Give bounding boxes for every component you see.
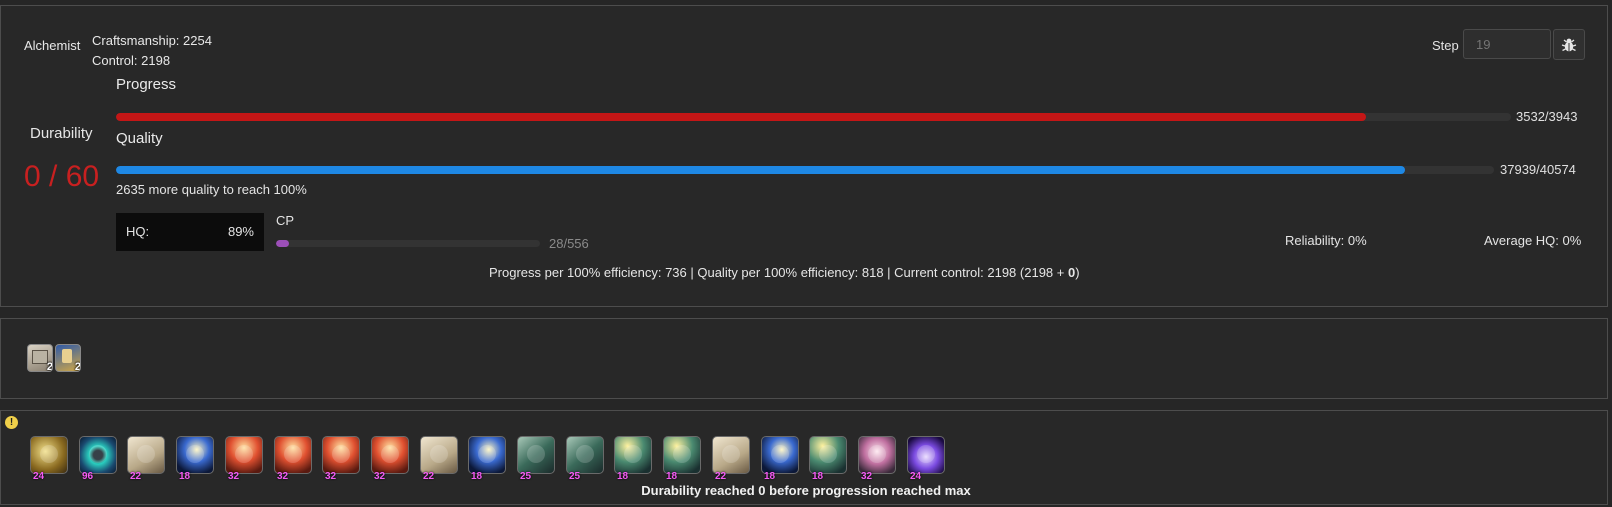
progress-value: 3532/3943 (1516, 109, 1578, 124)
action-cp-cost: 32 (325, 471, 337, 482)
buffs-panel (0, 318, 1608, 399)
progress-label: Progress (116, 76, 177, 93)
action-cp-cost: 24 (910, 471, 922, 482)
cp-label: CP (276, 213, 295, 228)
action-slot[interactable] (79, 436, 117, 474)
great-strides-icon (868, 445, 886, 463)
action-cp-cost: 32 (374, 471, 386, 482)
action-slot[interactable] (225, 436, 263, 474)
step-input[interactable] (1463, 29, 1551, 59)
simulation-panel (0, 5, 1608, 307)
action-slot[interactable] (371, 436, 409, 474)
progress-bar (116, 113, 1511, 121)
efficiency-summary: Progress per 100% efficiency: 736 | Qual… (489, 265, 1080, 280)
action-slot[interactable] (176, 436, 214, 474)
hq-value: 89% (227, 224, 254, 239)
byregots-blessing-icon (917, 445, 935, 463)
action-cp-cost: 18 (617, 471, 629, 482)
action-slot[interactable] (30, 436, 68, 474)
prudent-touch-icon (576, 445, 594, 463)
innovation-icon (186, 445, 204, 463)
action-slot[interactable] (614, 436, 652, 474)
action-cp-cost: 96 (82, 471, 94, 482)
progress-fill (116, 113, 1366, 121)
hq-box: HQ: 89% (116, 213, 264, 251)
average-hq-stat: Average HQ: 0% (1484, 233, 1582, 248)
action-cp-cost: 32 (277, 471, 289, 482)
action-cp-cost: 32 (861, 471, 873, 482)
action-slot[interactable] (274, 436, 312, 474)
manipulation-icon (89, 445, 107, 463)
action-slot[interactable] (712, 436, 750, 474)
advanced-touch-icon (673, 445, 691, 463)
control-stat: Control: 2198 (92, 53, 171, 68)
prudent-touch-icon (527, 445, 545, 463)
status-message: Durability reached 0 before progression … (641, 483, 971, 498)
cp-value: 28/556 (549, 236, 589, 251)
durability-label: Durability (30, 125, 93, 142)
durability-value: 0 / 60 (24, 160, 100, 193)
action-slot[interactable] (761, 436, 799, 474)
preparatory-touch-icon (381, 445, 399, 463)
buff-inner-quiet: 2 (27, 344, 53, 372)
action-slot[interactable] (517, 436, 555, 474)
action-slot[interactable] (127, 436, 165, 474)
preparatory-touch-icon (284, 445, 302, 463)
action-slot[interactable] (322, 436, 360, 474)
quality-label: Quality (116, 130, 163, 147)
preparatory-touch-icon (235, 445, 253, 463)
debug-button[interactable] (1553, 29, 1585, 60)
quality-bar (116, 166, 1494, 174)
action-slot[interactable] (566, 436, 604, 474)
cp-bar (276, 240, 540, 247)
action-slot[interactable] (907, 436, 945, 474)
warning-icon: ! (5, 416, 18, 429)
action-cp-cost: 22 (130, 471, 142, 482)
action-cp-cost: 24 (33, 471, 45, 482)
action-slot[interactable] (420, 436, 458, 474)
waste-not-icon (722, 445, 740, 463)
step-label: Step (1432, 38, 1459, 53)
action-slot[interactable] (858, 436, 896, 474)
action-cp-cost: 25 (569, 471, 581, 482)
efficiency-suffix: ) (1075, 265, 1080, 280)
action-cp-cost: 18 (812, 471, 824, 482)
buff-stacks: 2 (74, 361, 81, 372)
waste-not-icon (430, 445, 448, 463)
inner-quiet-icon (32, 350, 48, 364)
action-cp-cost: 18 (764, 471, 776, 482)
craftsmanship-stat: Craftsmanship: 2254 (92, 33, 212, 48)
advanced-touch-icon (819, 445, 837, 463)
reliability-stat: Reliability: 0% (1285, 233, 1367, 248)
buff-veneration: 2 (55, 344, 81, 372)
cp-fill (276, 240, 290, 247)
action-cp-cost: 22 (715, 471, 727, 482)
muscle-memory-icon (40, 445, 58, 463)
job-name: Alchemist (24, 38, 81, 53)
action-cp-cost: 32 (228, 471, 240, 482)
action-slot[interactable] (663, 436, 701, 474)
innovation-icon (771, 445, 789, 463)
action-slot[interactable] (809, 436, 847, 474)
innovation-icon (478, 445, 496, 463)
hq-label: HQ: (126, 224, 150, 239)
bug-icon (1561, 38, 1577, 51)
action-cp-cost: 18 (179, 471, 191, 482)
quality-value: 37939/40574 (1500, 162, 1576, 177)
quality-fill (116, 166, 1405, 174)
action-cp-cost: 25 (520, 471, 532, 482)
waste-not-icon (137, 445, 155, 463)
action-cp-cost: 18 (471, 471, 483, 482)
efficiency-prefix: Progress per 100% efficiency: 736 | Qual… (489, 265, 1068, 280)
action-cp-cost: 22 (423, 471, 435, 482)
action-cp-cost: 18 (666, 471, 678, 482)
quality-hint: 2635 more quality to reach 100% (116, 182, 307, 197)
veneration-icon (62, 349, 72, 363)
action-slot[interactable] (468, 436, 506, 474)
buff-stacks: 2 (46, 361, 53, 372)
advanced-touch-icon (624, 445, 642, 463)
preparatory-touch-icon (332, 445, 350, 463)
